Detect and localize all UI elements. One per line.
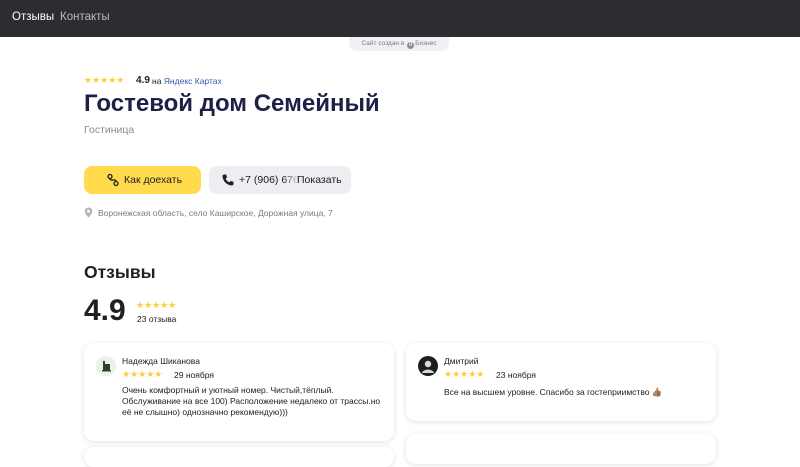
phone-icon — [222, 174, 234, 186]
made-with-prefix: Сайт создан в — [361, 40, 405, 47]
rating-source: на Яндекс Картах — [152, 76, 222, 86]
route-button-label: Как доехать — [124, 174, 183, 186]
review-stars-icon: ★★★★★ — [444, 369, 485, 379]
review-text-line: Очень комфортный и уютный номер. Чистый,… — [122, 385, 334, 395]
rating-on-text: на — [152, 76, 162, 86]
business-category: Гостиница — [84, 124, 135, 136]
review-date: 29 ноября — [174, 370, 214, 380]
house-avatar-icon — [102, 361, 111, 372]
review-text: Все на высшем уровне. Спасибо за гостепр… — [444, 387, 662, 398]
review-text-line: её не слышно) однозначно рекомендую))) — [122, 407, 288, 417]
nav-item-contacts[interactable]: Контакты — [60, 11, 110, 23]
location-pin-icon — [84, 207, 93, 218]
yandex-maps-link[interactable]: Яндекс Картах — [164, 76, 222, 86]
avatar — [96, 356, 116, 376]
address-text: Воронежская область, село Каширское, Дор… — [98, 208, 333, 218]
review-card[interactable] — [84, 447, 394, 467]
review-stars-icon: ★★★★★ — [122, 369, 163, 379]
rating-stars-icon: ★★★★★ — [84, 75, 125, 85]
person-avatar-icon — [422, 360, 434, 373]
nav-item-reviews[interactable]: Отзывы — [12, 11, 54, 23]
show-phone-label: Показать — [297, 174, 342, 186]
avatar — [418, 356, 438, 376]
route-button[interactable]: Как доехать — [84, 166, 201, 194]
route-icon — [107, 173, 119, 187]
review-card[interactable]: Надежда Шиканова ★★★★★ 29 ноября Очень к… — [84, 343, 394, 441]
yandex-logo-icon: Я — [407, 42, 415, 49]
page-title: Гостевой дом Семейный — [84, 90, 380, 117]
reviews-stars-icon: ★★★★★ — [136, 300, 177, 310]
made-with-badge[interactable]: Сайт создан в Я Бизнес — [349, 37, 449, 51]
review-text-line: Все на высшем уровне. Спасибо за гостепр… — [444, 387, 663, 397]
phone-number: +7 (906) 676 — [239, 174, 299, 186]
review-author: Надежда Шиканова — [122, 356, 200, 366]
review-text-line: Обслуживание на все 100) Расположение не… — [122, 396, 381, 406]
top-navigation-bar: Отзывы Контакты — [0, 0, 800, 37]
review-card[interactable]: Дмитрий ★★★★★ 23 ноября Все на высшем ур… — [406, 343, 716, 421]
made-with-brand: Бизнес — [415, 40, 437, 47]
phone-button[interactable]: +7 (906) 676 Показать — [209, 166, 351, 194]
review-text: Очень комфортный и уютный номер. Чистый,… — [122, 385, 380, 418]
reviews-count: 23 отзыва — [137, 314, 177, 324]
review-author: Дмитрий — [444, 356, 479, 366]
reviews-rating-value: 4.9 — [84, 294, 126, 327]
review-card[interactable] — [406, 434, 716, 464]
review-date: 23 ноября — [496, 370, 536, 380]
rating-value: 4.9 — [136, 75, 150, 86]
reviews-section-title: Отзывы — [84, 262, 156, 282]
